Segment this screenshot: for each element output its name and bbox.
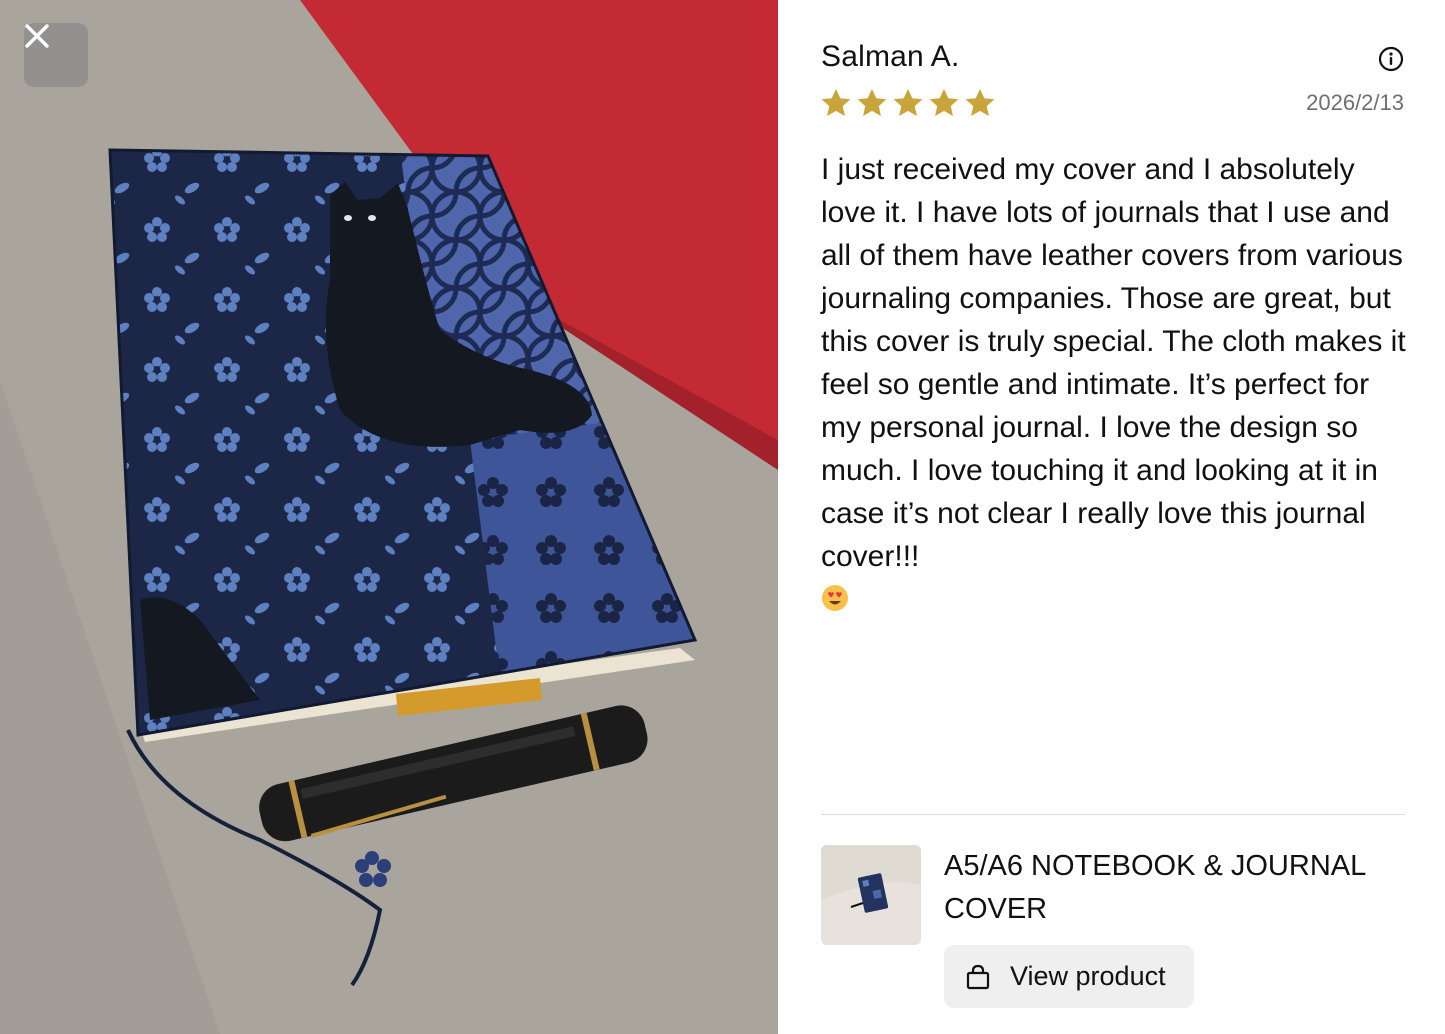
reviewer-name: Salman A. [821, 40, 960, 73]
review-photo [0, 0, 778, 1034]
review-body: I just received my cover and I absolutel… [821, 148, 1411, 621]
star-icon [965, 89, 995, 116]
notebook-photo-image [0, 0, 778, 1034]
star-icon [821, 89, 851, 116]
product-thumbnail[interactable] [821, 845, 921, 945]
shopping-bag-icon [966, 964, 990, 989]
product-name[interactable]: A5/A6 NOTEBOOK & JOURNAL COVER [944, 845, 1384, 931]
divider [821, 814, 1405, 815]
review-panel: Salman A. 2026/2/13 I just received my c… [778, 0, 1445, 1034]
info-icon[interactable] [1378, 46, 1404, 72]
close-button[interactable] [24, 23, 88, 87]
heart-eyes-emoji-icon [822, 585, 848, 611]
star-icon [893, 89, 923, 116]
product-thumbnail-image [821, 845, 921, 945]
star-icon [857, 89, 887, 116]
review-text: I just received my cover and I absolutel… [821, 153, 1406, 573]
review-date: 2026/2/13 [1306, 90, 1404, 115]
view-product-button[interactable]: View product [944, 945, 1194, 1008]
star-rating [820, 87, 996, 119]
view-product-label: View product [1010, 961, 1166, 991]
close-icon [25, 24, 49, 48]
star-icon [929, 89, 959, 116]
